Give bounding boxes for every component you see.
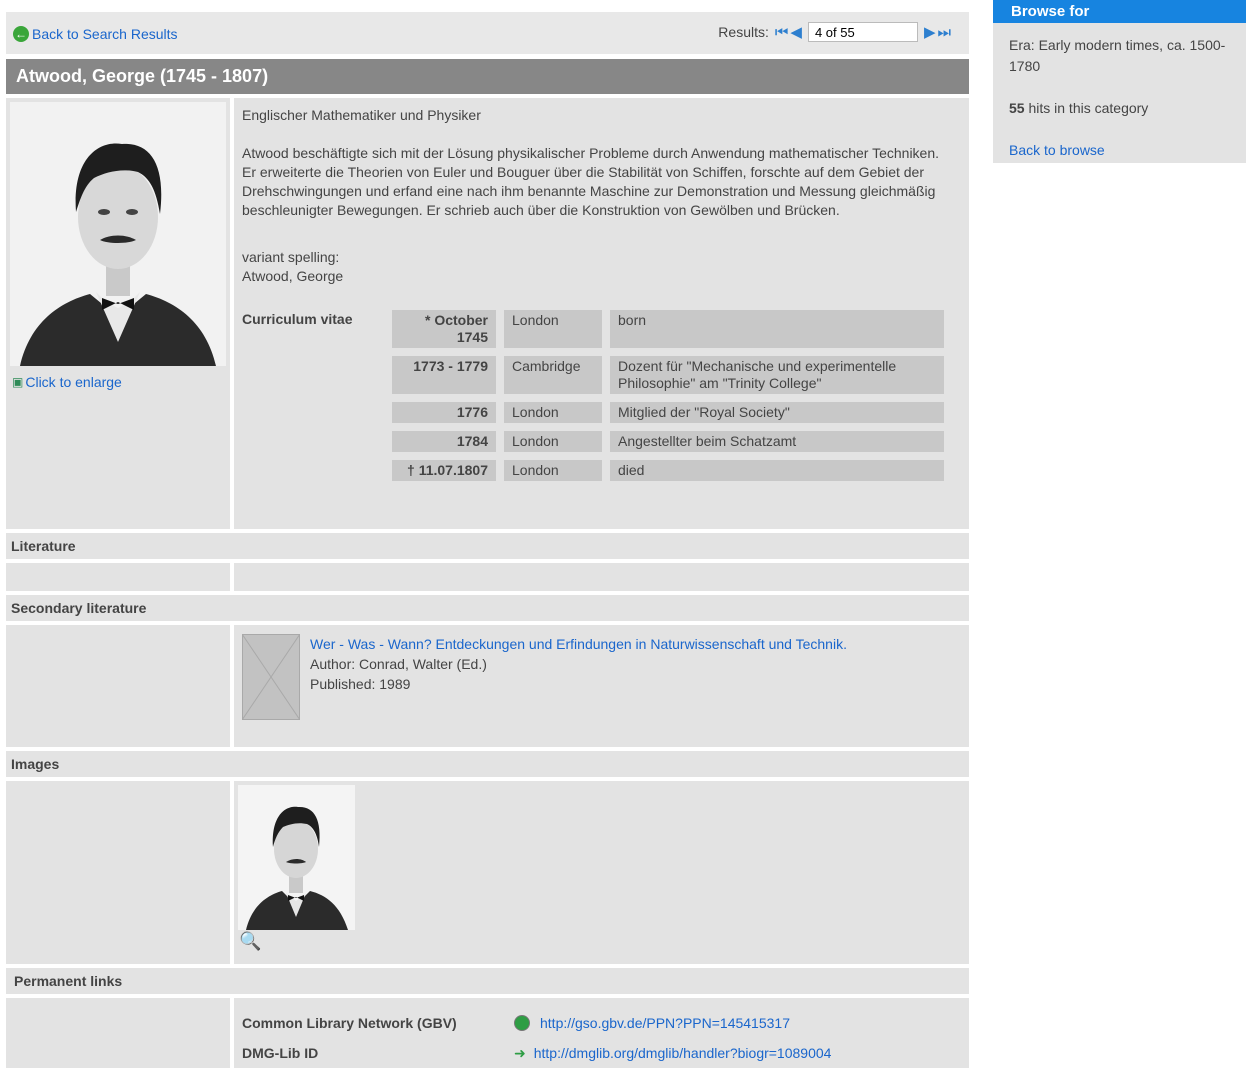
secondary-literature-heading: Secondary literature xyxy=(6,595,969,621)
curriculum-vitae-label: Curriculum vitae xyxy=(242,311,353,327)
biography-cell: Englischer Mathematiker und Physiker Atw… xyxy=(234,98,969,529)
variant-spelling-label: variant spelling: xyxy=(242,249,340,265)
record-position-input[interactable] xyxy=(807,22,918,42)
results-navigator: Results: ⏮ ◀ ▶ ⏭ xyxy=(718,22,953,42)
results-label: Results: xyxy=(718,24,769,40)
secondary-literature-author: Author: Conrad, Walter (Ed.) xyxy=(310,656,487,672)
secondary-literature-published: Published: 1989 xyxy=(310,676,411,692)
hits-number: 55 xyxy=(1009,100,1025,116)
permalink-url-link[interactable]: http://dmglib.org/dmglib/handler?biogr=1… xyxy=(534,1045,832,1061)
cv-place: London xyxy=(504,310,602,348)
table-row: 1776 London Mitglied der "Royal Society" xyxy=(392,402,944,423)
globe-icon xyxy=(514,1015,530,1031)
variant-spelling-value: Atwood, George xyxy=(242,268,344,284)
back-to-browse-link[interactable]: Back to browse xyxy=(1009,142,1105,158)
permalinks-left-cell xyxy=(6,998,230,1068)
permalink-label: Common Library Network (GBV) xyxy=(242,1015,457,1031)
table-row: * October 1745 London born xyxy=(392,310,944,348)
hits-text: hits in this category xyxy=(1024,100,1149,116)
cv-event: Mitglied der "Royal Society" xyxy=(610,402,944,423)
back-arrow-icon: ← xyxy=(13,26,29,42)
permalinks-content-cell: Common Library Network (GBV) http://gso.… xyxy=(234,998,969,1068)
curriculum-vitae: Curriculum vitae * October 1745 London b… xyxy=(242,310,953,501)
previous-record-icon[interactable]: ◀ xyxy=(790,23,802,41)
list-item: Wer - Was - Wann? Entdeckungen und Erfin… xyxy=(234,625,969,721)
portrait-cell: ▣ Click to enlarge xyxy=(6,98,230,529)
images-content-cell: 🔍 xyxy=(234,781,969,964)
cv-date: 1773 - 1779 xyxy=(392,356,496,394)
click-to-enlarge-link[interactable]: ▣ Click to enlarge xyxy=(6,366,230,390)
table-row: 1784 London Angestellter beim Schatzamt xyxy=(392,431,944,452)
secondary-literature-title-link[interactable]: Wer - Was - Wann? Entdeckungen und Erfin… xyxy=(310,636,847,652)
permalink-url-link[interactable]: http://gso.gbv.de/PPN?PPN=145415317 xyxy=(540,1015,790,1031)
table-row: † 11.07.1807 London died xyxy=(392,460,944,481)
book-cover-placeholder xyxy=(241,633,301,721)
cv-date: 1784 xyxy=(392,431,496,452)
browse-heading: Browse for xyxy=(993,0,1246,23)
cv-date: † 11.07.1807 xyxy=(392,460,496,481)
literature-left-cell xyxy=(6,563,230,591)
arrow-link-icon: ➜ xyxy=(514,1044,526,1061)
record-panel: ← Back to Search Results Results: ⏮ ◀ ▶ … xyxy=(6,12,969,1068)
cv-place: Cambridge xyxy=(504,356,602,394)
cv-place: London xyxy=(504,402,602,423)
permanent-links-heading: Permanent links xyxy=(6,968,969,994)
portrait-thumbnail[interactable] xyxy=(238,785,355,930)
permalink-row: DMG-Lib ID ➜ http://dmglib.org/dmglib/ha… xyxy=(242,1038,961,1068)
page-title: Atwood, George (1745 - 1807) xyxy=(6,59,969,94)
cv-place: London xyxy=(504,431,602,452)
back-to-results-link[interactable]: ← Back to Search Results xyxy=(13,26,178,42)
cv-date: * October 1745 xyxy=(392,310,496,348)
occupation-text: Englischer Mathematiker und Physiker xyxy=(242,107,481,123)
browse-era: Era: Early modern times, ca. 1500-1780 xyxy=(1009,37,1226,74)
images-left-cell xyxy=(6,781,230,964)
hits-count: 55 hits in this category xyxy=(1009,98,1230,119)
variant-spelling: variant spelling: Atwood, George xyxy=(242,248,953,286)
next-record-icon[interactable]: ▶ xyxy=(924,23,936,41)
permalink-row: Common Library Network (GBV) http://gso.… xyxy=(242,1008,961,1038)
cv-event: died xyxy=(610,460,944,481)
images-heading: Images xyxy=(6,751,969,777)
zoom-icon[interactable]: 🔍 xyxy=(239,931,969,952)
cv-place: London xyxy=(504,460,602,481)
secondary-content-cell: Wer - Was - Wann? Entdeckungen und Erfin… xyxy=(234,625,969,747)
cv-event: born xyxy=(610,310,944,348)
browse-sidebar: Browse for Era: Early modern times, ca. … xyxy=(993,0,1246,163)
enlarge-image-icon: ▣ xyxy=(12,375,24,389)
enlarge-label: Click to enlarge xyxy=(25,374,122,390)
portrait-image[interactable] xyxy=(10,102,226,366)
literature-heading: Literature xyxy=(6,533,969,559)
permalink-label: DMG-Lib ID xyxy=(242,1045,319,1061)
secondary-left-cell xyxy=(6,625,230,747)
table-row: 1773 - 1779 Cambridge Dozent für "Mechan… xyxy=(392,356,944,394)
cv-date: 1776 xyxy=(392,402,496,423)
biography-text: Atwood beschäftigte sich mit der Lösung … xyxy=(242,145,940,218)
top-bar: ← Back to Search Results Results: ⏮ ◀ ▶ … xyxy=(6,12,969,54)
cv-event: Dozent für "Mechanische und experimentel… xyxy=(610,356,944,394)
curriculum-table: * October 1745 London born 1773 - 1779 C… xyxy=(384,302,952,489)
first-record-icon[interactable]: ⏮ xyxy=(775,24,789,41)
back-to-results-label: Back to Search Results xyxy=(32,26,178,42)
literature-content-cell xyxy=(234,563,969,591)
cv-event: Angestellter beim Schatzamt xyxy=(610,431,944,452)
last-record-icon[interactable]: ⏭ xyxy=(937,24,951,41)
